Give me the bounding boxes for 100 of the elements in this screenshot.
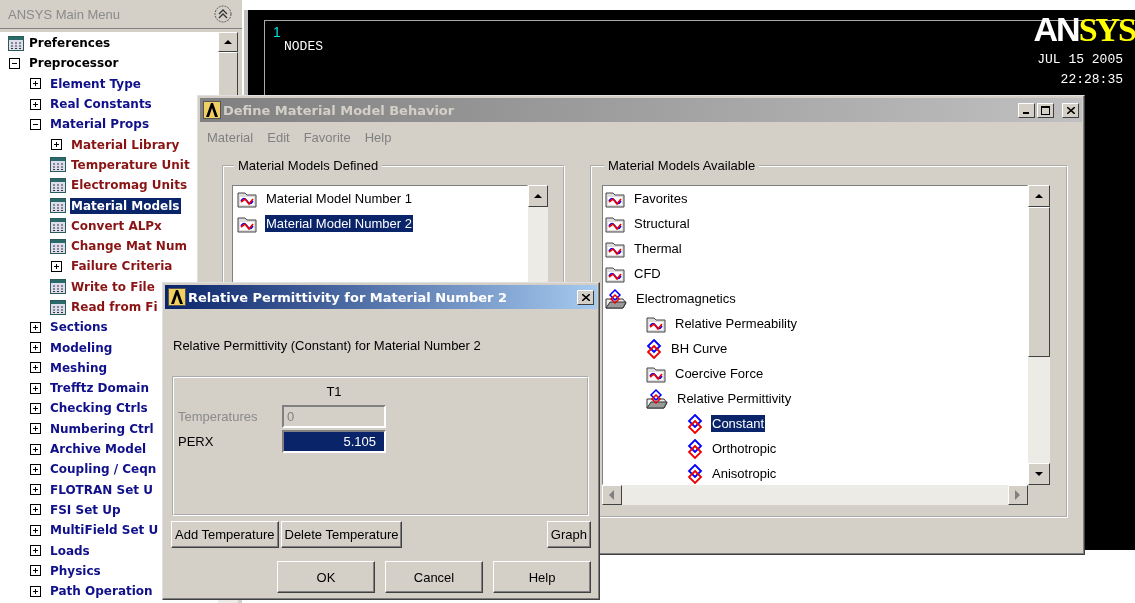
close-button[interactable] [1062, 102, 1079, 118]
plus-box-icon[interactable] [30, 565, 41, 577]
plus-box-icon[interactable] [30, 484, 41, 496]
collapse-icon[interactable] [214, 5, 232, 23]
menu-item[interactable]: Element Type [49, 75, 142, 92]
plus-box-icon[interactable] [30, 545, 41, 557]
menu-item[interactable]: Loads [49, 542, 91, 559]
tree-item[interactable]: Orthotropic [711, 440, 778, 457]
tree-item[interactable]: Structural [633, 215, 691, 232]
scroll-down-button[interactable] [1028, 463, 1050, 485]
input-field[interactable]: 5.105 [282, 430, 386, 453]
plus-box-icon[interactable] [30, 321, 41, 333]
plus-box-icon[interactable] [30, 524, 41, 536]
menu-item[interactable]: Archive Model [49, 441, 148, 458]
menu-item[interactable]: Convert ALPx [70, 217, 163, 234]
menu-item[interactable]: Numbering Ctrl [49, 420, 155, 437]
window-title: Define Material Model Behavior [223, 102, 456, 118]
menu-item[interactable]: Coupling / Ceqn [49, 461, 158, 478]
plus-box-icon[interactable] [30, 463, 41, 475]
plus-box-icon[interactable] [30, 98, 41, 110]
plus-box-icon[interactable] [30, 504, 41, 516]
plus-box-icon[interactable] [30, 403, 41, 414]
close-button[interactable] [577, 289, 594, 305]
menu-item[interactable]: Electromag Units [70, 177, 189, 194]
button[interactable]: Help [493, 561, 591, 593]
tree-item[interactable]: Relative Permittivity [676, 390, 793, 407]
minus-box-icon[interactable] [9, 57, 20, 69]
menu-item[interactable]: Material Library [70, 136, 181, 153]
button[interactable]: Delete Temperature [280, 521, 403, 548]
folder-icon[interactable] [605, 264, 625, 283]
scroll-up-button[interactable] [1028, 185, 1050, 207]
tree-item[interactable]: Anisotropic [711, 465, 778, 482]
menu-item[interactable]: Temperature Unit [70, 156, 191, 173]
plus-box-icon[interactable] [51, 139, 62, 151]
menu-item[interactable]: Change Mat Num [70, 238, 188, 255]
tree-item[interactable]: Thermal [633, 240, 683, 257]
menu-item[interactable]: Material Models [70, 197, 181, 214]
button[interactable]: Cancel [385, 561, 483, 593]
scroll-thumb[interactable] [1028, 207, 1050, 357]
menu-item[interactable]: Read from Fi [70, 299, 159, 315]
folder-icon[interactable] [646, 364, 666, 383]
diamond-icon[interactable] [687, 438, 703, 459]
plus-box-icon[interactable] [30, 443, 41, 455]
plus-box-icon[interactable] [30, 78, 41, 90]
button[interactable]: OK [277, 561, 375, 593]
open-folder-icon[interactable] [646, 388, 668, 409]
tree-item[interactable]: CFD [633, 265, 662, 282]
menu-item[interactable]: MultiField Set U [49, 522, 160, 539]
folder-icon[interactable] [646, 314, 666, 333]
scroll-up-button[interactable] [218, 32, 238, 52]
plus-box-icon[interactable] [30, 362, 41, 374]
vertical-scrollbar[interactable] [1028, 185, 1050, 485]
plus-box-icon[interactable] [30, 382, 41, 394]
list-item[interactable]: Material Model Number 2 [265, 215, 413, 232]
folder-icon[interactable] [605, 239, 625, 258]
scroll-left-button[interactable] [602, 485, 622, 505]
folder-icon[interactable] [605, 189, 625, 208]
plus-box-icon[interactable] [30, 423, 41, 435]
tree-item[interactable]: Electromagnetics [635, 290, 737, 307]
menu-item[interactable]: FLOTRAN Set U [49, 481, 154, 498]
minus-box-icon[interactable] [30, 118, 41, 130]
diamond-icon[interactable] [646, 338, 662, 359]
menu-item[interactable]: Preferences [28, 35, 112, 52]
menu-item[interactable]: Failure Criteria [70, 258, 174, 275]
menu-item[interactable]: Trefftz Domain [49, 380, 150, 397]
diamond-icon[interactable] [687, 413, 703, 434]
menu-item[interactable]: Checking Ctrls [49, 400, 149, 417]
menu-item[interactable]: Sections [49, 319, 109, 336]
tree-item[interactable]: BH Curve [670, 340, 729, 357]
menu-item[interactable]: Preprocessor [28, 55, 120, 72]
plus-box-icon[interactable] [30, 342, 41, 354]
tree-item[interactable]: Relative Permeability [674, 315, 799, 332]
button[interactable]: Add Temperature [171, 521, 279, 548]
maximize-button[interactable] [1037, 102, 1054, 118]
folder-icon[interactable] [237, 189, 257, 208]
menu-item[interactable]: FSI Set Up [49, 501, 122, 518]
horizontal-scrollbar[interactable] [602, 485, 1028, 505]
menu-item[interactable]: Physics [49, 562, 102, 579]
list-item[interactable]: Material Model Number 1 [265, 190, 413, 207]
menu-item[interactable]: Material Props [49, 116, 151, 133]
menu-item[interactable]: Path Operation [49, 583, 154, 600]
folder-icon[interactable] [237, 214, 257, 233]
menu-item[interactable]: Modeling [49, 339, 114, 356]
graph-button[interactable]: Graph [546, 521, 591, 548]
tree-item[interactable]: Coercive Force [674, 365, 765, 382]
tree-item[interactable]: Constant [711, 415, 766, 432]
scroll-up-button[interactable] [528, 185, 548, 207]
menu-item[interactable]: Meshing [49, 359, 108, 376]
diamond-icon[interactable] [687, 463, 703, 484]
menu-item[interactable]: Write to File [70, 278, 156, 295]
column-header: T1 [325, 384, 343, 401]
scroll-right-button[interactable] [1008, 485, 1028, 505]
minimize-button[interactable] [1018, 102, 1035, 118]
folder-icon[interactable] [605, 214, 625, 233]
dialog-icon [50, 198, 66, 213]
menu-item[interactable]: Real Constants [49, 96, 153, 113]
plus-box-icon[interactable] [51, 260, 62, 272]
open-folder-icon[interactable] [605, 288, 627, 309]
plus-box-icon[interactable] [30, 585, 41, 597]
tree-item[interactable]: Favorites [633, 190, 689, 207]
